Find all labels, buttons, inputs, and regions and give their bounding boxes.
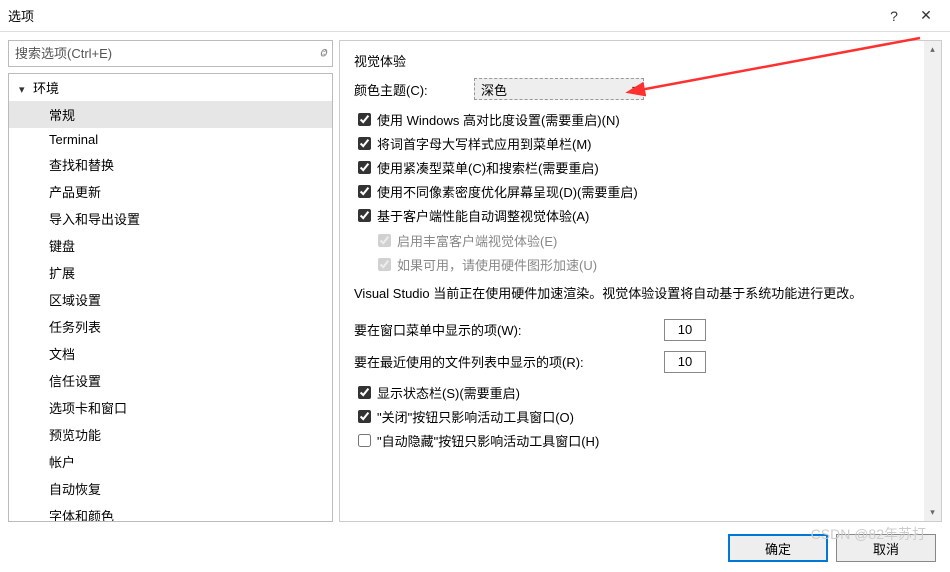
help-button[interactable]: ? [878, 0, 910, 32]
footer: 确定 取消 [728, 534, 936, 562]
info-text: Visual Studio 当前正在使用硬件加速渲染。视觉体验设置将自动基于系统… [354, 284, 935, 305]
dialog-body: ⱉ 环境 常规Terminal查找和替换产品更新导入和导出设置键盘扩展区域设置任… [0, 32, 950, 522]
cancel-button[interactable]: 取消 [836, 534, 936, 562]
tree-item[interactable]: 字体和颜色 [9, 502, 332, 522]
checkbox-row: 如果可用，请使用硬件图形加速(U) [354, 255, 935, 274]
checkbox-label: "关闭"按钮只影响活动工具窗口(O) [377, 407, 574, 426]
search-icon: ⱉ [319, 46, 326, 63]
checkbox-row: 使用不同像素密度优化屏幕呈现(D)(需要重启) [354, 182, 935, 201]
checkbox-row: "自动隐藏"按钮只影响活动工具窗口(H) [354, 431, 935, 450]
checkbox-label: 使用紧凑型菜单(C)和搜索栏(需要重启) [377, 158, 599, 177]
theme-dropdown[interactable]: 深色 ▾ [474, 78, 644, 100]
close-button[interactable]: ✕ [910, 0, 942, 32]
checkbox-label: 显示状态栏(S)(需要重启) [377, 383, 520, 402]
left-pane: ⱉ 环境 常规Terminal查找和替换产品更新导入和导出设置键盘扩展区域设置任… [8, 40, 333, 522]
tree-item[interactable]: 自动恢复 [9, 475, 332, 502]
checkbox [378, 234, 391, 247]
checkbox[interactable] [358, 113, 371, 126]
checkbox [378, 258, 391, 271]
scroll-up-icon[interactable]: ▴ [924, 41, 941, 58]
checkbox-row: 显示状态栏(S)(需要重启) [354, 383, 935, 402]
right-pane: 视觉体验 颜色主题(C): 深色 ▾ 使用 Windows 高对比度设置(需要重… [339, 40, 942, 522]
checkbox-label: "自动隐藏"按钮只影响活动工具窗口(H) [377, 431, 599, 450]
theme-value: 深色 [481, 80, 507, 99]
checkbox[interactable] [358, 434, 371, 447]
checkbox-row: 使用 Windows 高对比度设置(需要重启)(N) [354, 110, 935, 129]
right-scrollbar[interactable]: ▴ ▾ [924, 41, 941, 521]
title-bar: 选项 ? ✕ [0, 0, 950, 32]
window-menu-count-input[interactable] [664, 319, 706, 341]
checkbox-label: 使用不同像素密度优化屏幕呈现(D)(需要重启) [377, 182, 638, 201]
tree-item[interactable]: 扩展 [9, 259, 332, 286]
checkbox-label: 启用丰富客户端视觉体验(E) [397, 231, 557, 250]
checkbox-label: 基于客户端性能自动调整视觉体验(A) [377, 206, 589, 225]
scroll-down-icon[interactable]: ▾ [924, 504, 941, 521]
checkbox[interactable] [358, 410, 371, 423]
window-menu-count-row: 要在窗口菜单中显示的项(W): [354, 319, 935, 341]
chevron-down-icon: ▾ [632, 84, 637, 95]
recent-files-count-row: 要在最近使用的文件列表中显示的项(R): [354, 351, 935, 373]
checkbox-row: 启用丰富客户端视觉体验(E) [354, 231, 935, 250]
tree-group-environment[interactable]: 环境 [9, 74, 332, 101]
checkbox-label: 使用 Windows 高对比度设置(需要重启)(N) [377, 110, 620, 129]
section-title: 视觉体验 [354, 51, 935, 70]
checkbox[interactable] [358, 137, 371, 150]
recent-files-count-label: 要在最近使用的文件列表中显示的项(R): [354, 352, 664, 371]
tree-item[interactable]: 帐户 [9, 448, 332, 475]
recent-files-count-input[interactable] [664, 351, 706, 373]
tree-item[interactable]: 文档 [9, 340, 332, 367]
search-wrap: ⱉ [8, 40, 333, 67]
tree-item[interactable]: 区域设置 [9, 286, 332, 313]
tree-item[interactable]: 查找和替换 [9, 151, 332, 178]
checkbox-row: 基于客户端性能自动调整视觉体验(A) [354, 206, 935, 225]
tree-item[interactable]: 选项卡和窗口 [9, 394, 332, 421]
checkbox-label: 如果可用，请使用硬件图形加速(U) [397, 255, 597, 274]
theme-row: 颜色主题(C): 深色 ▾ [354, 78, 935, 100]
checkbox[interactable] [358, 185, 371, 198]
theme-label: 颜色主题(C): [354, 80, 474, 99]
checkbox[interactable] [358, 386, 371, 399]
checkbox[interactable] [358, 209, 371, 222]
tree-item[interactable]: 信任设置 [9, 367, 332, 394]
tree-item[interactable]: 导入和导出设置 [9, 205, 332, 232]
tree-item[interactable]: 产品更新 [9, 178, 332, 205]
checkbox[interactable] [358, 161, 371, 174]
window-title: 选项 [8, 6, 878, 25]
tree-item[interactable]: 任务列表 [9, 313, 332, 340]
nav-tree[interactable]: 环境 常规Terminal查找和替换产品更新导入和导出设置键盘扩展区域设置任务列… [8, 73, 333, 522]
tree-item[interactable]: 键盘 [9, 232, 332, 259]
search-input[interactable] [9, 46, 332, 61]
tree-item[interactable]: 预览功能 [9, 421, 332, 448]
checkbox-row: "关闭"按钮只影响活动工具窗口(O) [354, 407, 935, 426]
checkbox-row: 使用紧凑型菜单(C)和搜索栏(需要重启) [354, 158, 935, 177]
checkbox-row: 将词首字母大写样式应用到菜单栏(M) [354, 134, 935, 153]
checkbox-label: 将词首字母大写样式应用到菜单栏(M) [377, 134, 592, 153]
tree-item[interactable]: 常规 [9, 101, 332, 128]
tree-item[interactable]: Terminal [9, 128, 332, 151]
ok-button[interactable]: 确定 [728, 534, 828, 562]
window-menu-count-label: 要在窗口菜单中显示的项(W): [354, 320, 664, 339]
